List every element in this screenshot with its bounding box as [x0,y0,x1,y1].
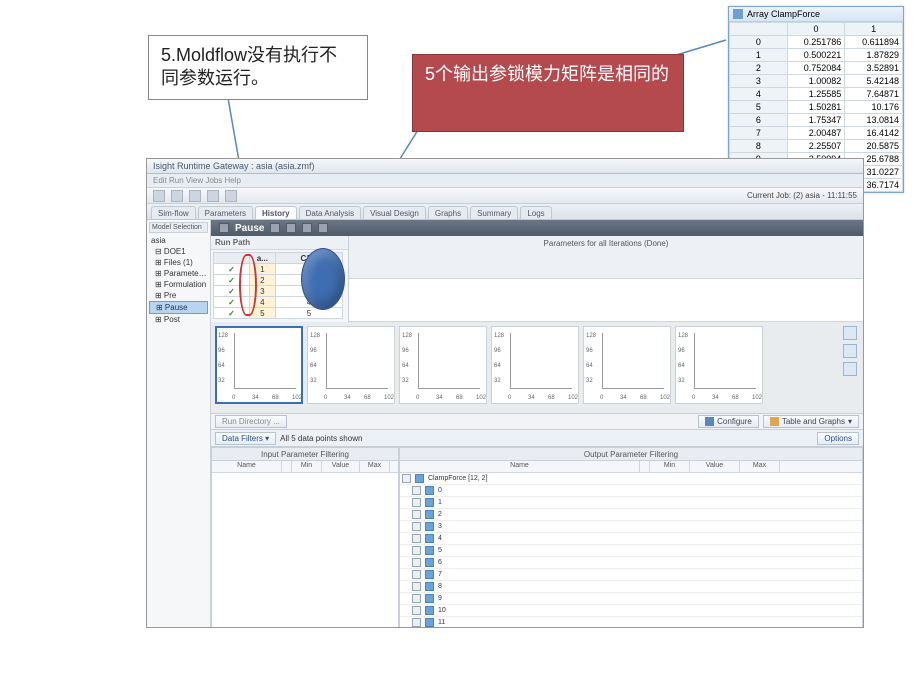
opf-row[interactable]: 8 [400,581,862,593]
callout-output-matrix: 5个输出参锁模力矩阵是相同的 [412,54,684,132]
sidebar-title: Model Selection [149,222,208,233]
control-stop-icon[interactable] [318,223,328,233]
toolbar-button[interactable] [225,190,237,202]
tab-visual-design[interactable]: Visual Design [363,206,426,219]
opf-row[interactable]: 10 [400,605,862,617]
callout-moldflow-note: 5.Moldflow没有执行不同参数运行。 [148,35,368,100]
opf-row[interactable]: 2 [400,509,862,521]
control-step-icon[interactable] [286,223,296,233]
opf-row[interactable]: 4 [400,533,862,545]
graph-thumbnail[interactable]: 12896643203468102 [675,326,763,404]
graph-thumbnails-row: 1289664320346810212896643203468102128966… [211,322,863,414]
tree-item[interactable]: ⊞ Post [149,314,208,325]
tree-item[interactable]: ⊞ Pause [149,301,208,314]
tab-summary[interactable]: Summary [470,206,518,219]
input-parameter-filtering: Input Parameter Filtering NameMinValueMa… [211,447,399,628]
opf-row[interactable]: 11 [400,617,862,628]
current-job-label: Current Job: (2) asia - 11:11:55 [747,191,857,200]
options-button[interactable]: Options [817,432,859,445]
data-filters-button[interactable]: Data Filters ▾ [215,432,276,445]
callout-text: 5个输出参锁模力矩阵是相同的 [425,64,669,84]
toolbar-button[interactable] [207,190,219,202]
opf-row[interactable]: 5 [400,545,862,557]
app-window: Isight Runtime Gateway : asia (asia.zmf)… [146,158,864,628]
graph-side-button[interactable] [843,344,857,358]
pause-label: Pause [235,223,264,234]
run-directory-button[interactable]: Run Directory ... [215,415,287,428]
run-directory-row: Run Directory ... Configure Table and Gr… [211,414,863,430]
toolbar-button[interactable] [171,190,183,202]
opf-row[interactable]: 6 [400,557,862,569]
opf-row[interactable]: 3 [400,521,862,533]
opf-row[interactable]: 7 [400,569,862,581]
graph-thumbnail[interactable]: 12896643203468102 [399,326,487,404]
graph-thumbnail[interactable]: 12896643203468102 [491,326,579,404]
table-graphs-button[interactable]: Table and Graphs▾ [763,415,859,428]
tree-item[interactable]: ⊞ Parameters (425) [149,268,208,279]
parameters-all-body [349,279,863,322]
graph-side-button[interactable] [843,362,857,376]
tab-sim-flow[interactable]: Sim-flow [151,206,196,219]
data-filters-row: Data Filters ▾ All 5 data points shown O… [211,430,863,447]
grid-icon [733,9,743,19]
configure-button[interactable]: Configure [698,415,759,428]
graph-thumbnail[interactable]: 12896643203468102 [583,326,671,404]
callout-text: 5.Moldflow没有执行不同参数运行。 [161,45,337,88]
tabbar: Sim-flowParametersHistoryData AnalysisVi… [147,204,863,220]
run-path-panel: Run Path a...C1...✓11✓22✓33✓44✓55 [211,236,349,322]
tab-graphs[interactable]: Graphs [428,206,468,219]
pause-bar: Pause [211,220,863,236]
tree-item[interactable]: ⊞ Formulation [149,279,208,290]
points-shown-label: All 5 data points shown [280,434,362,443]
opf-row[interactable]: 1 [400,497,862,509]
opf-row[interactable]: 9 [400,593,862,605]
tree-item[interactable]: ⊞ Files (1) [149,257,208,268]
filter-panels: Input Parameter Filtering NameMinValueMa… [211,447,863,628]
opf-root-row[interactable]: ClampForce [12, 2] [400,473,862,485]
annotation-blue-oval [301,248,345,310]
graph-thumbnail[interactable]: 12896643203468102 [307,326,395,404]
ipf-title: Input Parameter Filtering [212,448,398,461]
tab-parameters[interactable]: Parameters [198,206,253,219]
control-play-icon[interactable] [270,223,280,233]
wrench-icon [705,417,714,426]
tree-item[interactable]: ⊞ Pre [149,290,208,301]
opf-row[interactable]: 0 [400,485,862,497]
toolbar-button[interactable] [153,190,165,202]
tree-item[interactable]: ⊟ DOE1 [149,246,208,257]
graph-thumbnail[interactable]: 12896643203468102 [215,326,303,404]
control-refresh-icon[interactable] [302,223,312,233]
main-panel: Pause Run Path a...C1...✓11✓22✓33✓44✓55 … [211,220,863,628]
parameters-all-title: Parameters for all Iterations (Done) [349,236,863,279]
toolbar-button[interactable] [189,190,201,202]
table-icon [770,417,779,426]
menubar[interactable]: Edit Run View Jobs Help [147,174,863,188]
tree-root[interactable]: asia [149,235,208,246]
pause-icon[interactable] [219,223,229,233]
tab-logs[interactable]: Logs [520,206,551,219]
tab-history[interactable]: History [255,206,297,219]
array-clampforce-title: Array ClampForce [729,7,903,22]
output-parameter-filtering: Output Parameter Filtering NameMinValueM… [399,447,863,628]
opf-title: Output Parameter Filtering [400,448,862,461]
toolbar: Current Job: (2) asia - 11:11:55 [147,188,863,204]
tab-data-analysis[interactable]: Data Analysis [299,206,361,219]
window-title: Isight Runtime Gateway : asia (asia.zmf) [147,159,863,174]
graph-side-button[interactable] [843,326,857,340]
model-selection-sidebar: Model Selection asia ⊟ DOE1⊞ Files (1)⊞ … [147,220,211,628]
